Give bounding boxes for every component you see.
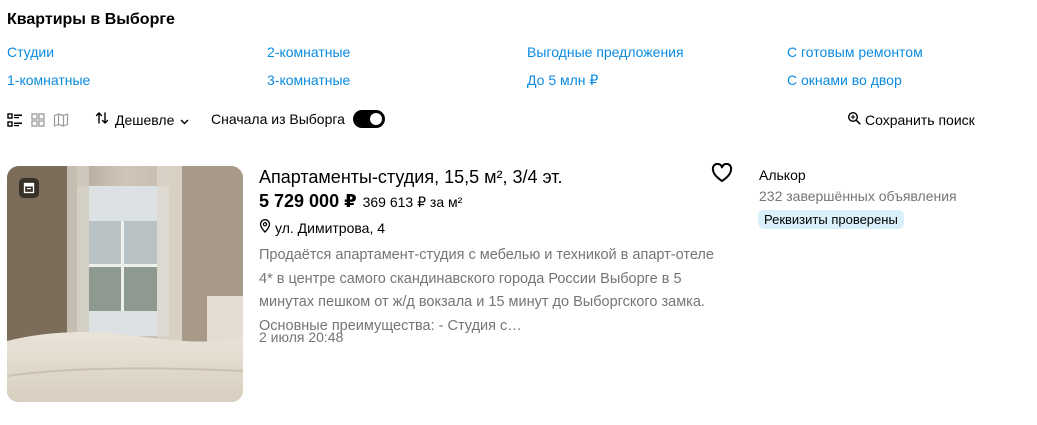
favorite-heart-icon[interactable] bbox=[711, 162, 733, 183]
quick-link-under-5m[interactable]: До 5 млн ₽ bbox=[527, 72, 598, 89]
photo-count-icon bbox=[19, 178, 39, 198]
quick-link-2-room[interactable]: 2-комнатные bbox=[267, 44, 350, 60]
toggle-label: Сначала из Выборга bbox=[211, 111, 345, 127]
save-search-button[interactable]: Сохранить поиск bbox=[847, 111, 975, 128]
quick-link-studios[interactable]: Студии bbox=[7, 44, 54, 60]
quick-link-3-room[interactable]: 3-комнатные bbox=[267, 72, 350, 88]
page-title: Квартиры в Выборге bbox=[7, 11, 175, 28]
listing-address: ул. Димитрова, 4 bbox=[259, 219, 385, 236]
price-per-sqm: 369 613 ₽ за м² bbox=[362, 194, 463, 210]
sort-label: Дешевле bbox=[115, 111, 175, 128]
save-search-icon bbox=[847, 111, 861, 128]
grid-view-icon[interactable] bbox=[30, 112, 46, 128]
address-text: ул. Димитрова, 4 bbox=[275, 219, 386, 236]
seller-name[interactable]: Алькор bbox=[759, 167, 806, 183]
sort-icon bbox=[95, 111, 109, 128]
listing-price: 5 729 000 ₽ bbox=[259, 191, 357, 211]
quick-link-1-room[interactable]: 1-комнатные bbox=[7, 72, 90, 88]
quick-link-good-deals[interactable]: Выгодные предложения bbox=[527, 44, 684, 60]
location-pin-icon bbox=[259, 219, 271, 236]
price-row: 5 729 000 ₽ 369 613 ₽ за м² bbox=[259, 191, 462, 212]
map-view-icon[interactable] bbox=[53, 112, 69, 128]
local-first-toggle[interactable] bbox=[352, 110, 385, 128]
listing-title[interactable]: Апартаменты-студия, 15,5 м², 3/4 эт. bbox=[259, 167, 563, 188]
chevron-down-icon bbox=[180, 112, 189, 128]
listing-photo[interactable] bbox=[7, 166, 243, 402]
seller-ads-count: 232 завершённых объявления bbox=[759, 188, 957, 204]
toolbar: Дешевле Сначала из Выборга Сохранить пои… bbox=[0, 108, 1037, 132]
quick-link-courtyard-windows[interactable]: С окнами во двор bbox=[787, 72, 902, 88]
save-search-label: Сохранить поиск bbox=[865, 111, 975, 128]
toggle-knob bbox=[369, 113, 382, 125]
quick-link-renovated[interactable]: С готовым ремонтом bbox=[787, 44, 923, 60]
list-view-icon[interactable] bbox=[7, 112, 23, 128]
sort-dropdown[interactable]: Дешевле bbox=[95, 111, 189, 128]
listing-description: Продаётся апартамент-студия с мебелью и … bbox=[259, 247, 714, 334]
seller-verified-badge: Реквизиты проверены bbox=[758, 210, 904, 229]
listing-date: 2 июля 20:48 bbox=[259, 329, 344, 345]
local-first-toggle-row: Сначала из Выборга bbox=[211, 110, 385, 128]
